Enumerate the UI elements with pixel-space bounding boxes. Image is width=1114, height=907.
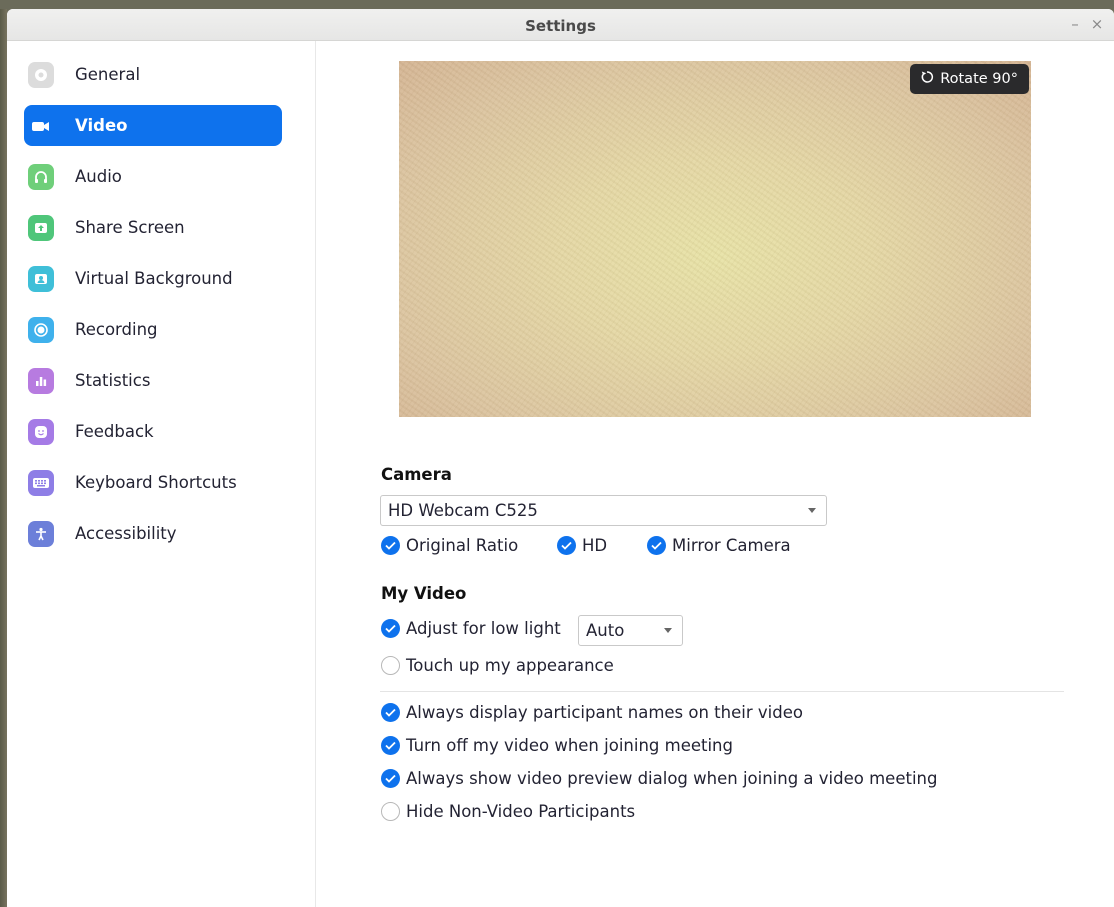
low-light-select[interactable]: Auto (578, 615, 683, 646)
camera-select[interactable]: HD Webcam C525 (380, 495, 827, 526)
checkmark-icon (647, 536, 666, 555)
close-button[interactable]: × (1088, 15, 1106, 33)
checkmark-icon (381, 736, 400, 755)
rotate-button[interactable]: Rotate 90° (910, 64, 1029, 94)
sidebar-item-general[interactable]: General (24, 54, 282, 95)
chevron-down-icon (664, 628, 672, 633)
settings-window: Settings – × General Video Audio Share S… (7, 9, 1114, 907)
checkmark-icon (381, 769, 400, 788)
title-bar: Settings – × (7, 9, 1114, 41)
sidebar-item-virtual-background[interactable]: Virtual Background (24, 258, 282, 299)
checkbox-label: Mirror Camera (672, 536, 791, 555)
checkbox-label: Turn off my video when joining meeting (406, 736, 733, 755)
checkbox-label: Always display participant names on thei… (406, 703, 803, 722)
checkbox-label: Always show video preview dialog when jo… (406, 769, 938, 788)
settings-sidebar: General Video Audio Share Screen Virtual… (7, 41, 316, 907)
unchecked-circle-icon (381, 656, 400, 675)
camera-preview: Rotate 90° (399, 61, 1031, 417)
sidebar-item-label: Audio (75, 167, 122, 186)
sidebar-item-accessibility[interactable]: Accessibility (24, 513, 282, 554)
sidebar-item-audio[interactable]: Audio (24, 156, 282, 197)
sidebar-item-video[interactable]: Video (24, 105, 282, 146)
keyboard-icon (28, 469, 54, 496)
window-title: Settings (525, 17, 596, 35)
checkmark-icon (381, 619, 400, 638)
low-light-checkbox[interactable]: Adjust for low light (381, 619, 561, 638)
rotate-label: Rotate 90° (940, 71, 1018, 87)
sidebar-item-feedback[interactable]: Feedback (24, 411, 282, 452)
checkmark-icon (381, 536, 400, 555)
accessibility-icon (28, 520, 54, 547)
low-light-select-value: Auto (586, 621, 625, 640)
desktop-edge (0, 9, 7, 907)
gear-icon (28, 61, 54, 88)
sidebar-item-label: Keyboard Shortcuts (75, 473, 237, 492)
sidebar-item-share-screen[interactable]: Share Screen (24, 207, 282, 248)
sidebar-item-label: Feedback (75, 422, 154, 441)
recording-icon (28, 316, 54, 343)
sidebar-item-label: Video (75, 116, 128, 135)
video-settings-panel: Rotate 90° Camera HD Webcam C525 Origina… (317, 41, 1114, 907)
sidebar-item-statistics[interactable]: Statistics (24, 360, 282, 401)
sidebar-item-label: General (75, 65, 141, 84)
mirror-camera-checkbox[interactable]: Mirror Camera (647, 536, 791, 555)
statistics-icon (28, 367, 54, 394)
checkbox-label: HD (582, 536, 608, 555)
touch-up-checkbox[interactable]: Touch up my appearance (381, 656, 614, 675)
camera-heading: Camera (381, 465, 452, 484)
video-camera-icon (28, 113, 54, 139)
original-ratio-checkbox[interactable]: Original Ratio (381, 536, 518, 555)
camera-select-value: HD Webcam C525 (388, 501, 538, 520)
sidebar-item-label: Accessibility (75, 524, 177, 543)
checkbox-label: Touch up my appearance (406, 656, 614, 675)
sidebar-item-label: Statistics (75, 371, 151, 390)
checkbox-label: Adjust for low light (406, 619, 561, 638)
turn-off-video-checkbox[interactable]: Turn off my video when joining meeting (381, 736, 733, 755)
my-video-heading: My Video (381, 584, 467, 603)
checkbox-label: Original Ratio (406, 536, 519, 555)
hd-checkbox[interactable]: HD (557, 536, 607, 555)
sidebar-item-keyboard-shortcuts[interactable]: Keyboard Shortcuts (24, 462, 282, 503)
divider (380, 691, 1064, 692)
share-screen-icon (28, 214, 54, 241)
hide-non-video-checkbox[interactable]: Hide Non-Video Participants (381, 802, 635, 821)
headphones-icon (28, 163, 54, 190)
unchecked-circle-icon (381, 802, 400, 821)
sidebar-item-recording[interactable]: Recording (24, 309, 282, 350)
virtual-background-icon (28, 265, 54, 292)
rotate-icon (920, 70, 934, 88)
chevron-down-icon (808, 508, 816, 513)
sidebar-item-label: Virtual Background (75, 269, 233, 288)
feedback-icon (28, 418, 54, 445)
display-names-checkbox[interactable]: Always display participant names on thei… (381, 703, 803, 722)
video-preview-dialog-checkbox[interactable]: Always show video preview dialog when jo… (381, 769, 937, 788)
checkmark-icon (381, 703, 400, 722)
checkbox-label: Hide Non-Video Participants (406, 802, 636, 821)
sidebar-item-label: Recording (75, 320, 158, 339)
minimize-button[interactable]: – (1066, 15, 1084, 33)
checkmark-icon (557, 536, 576, 555)
sidebar-item-label: Share Screen (75, 218, 185, 237)
